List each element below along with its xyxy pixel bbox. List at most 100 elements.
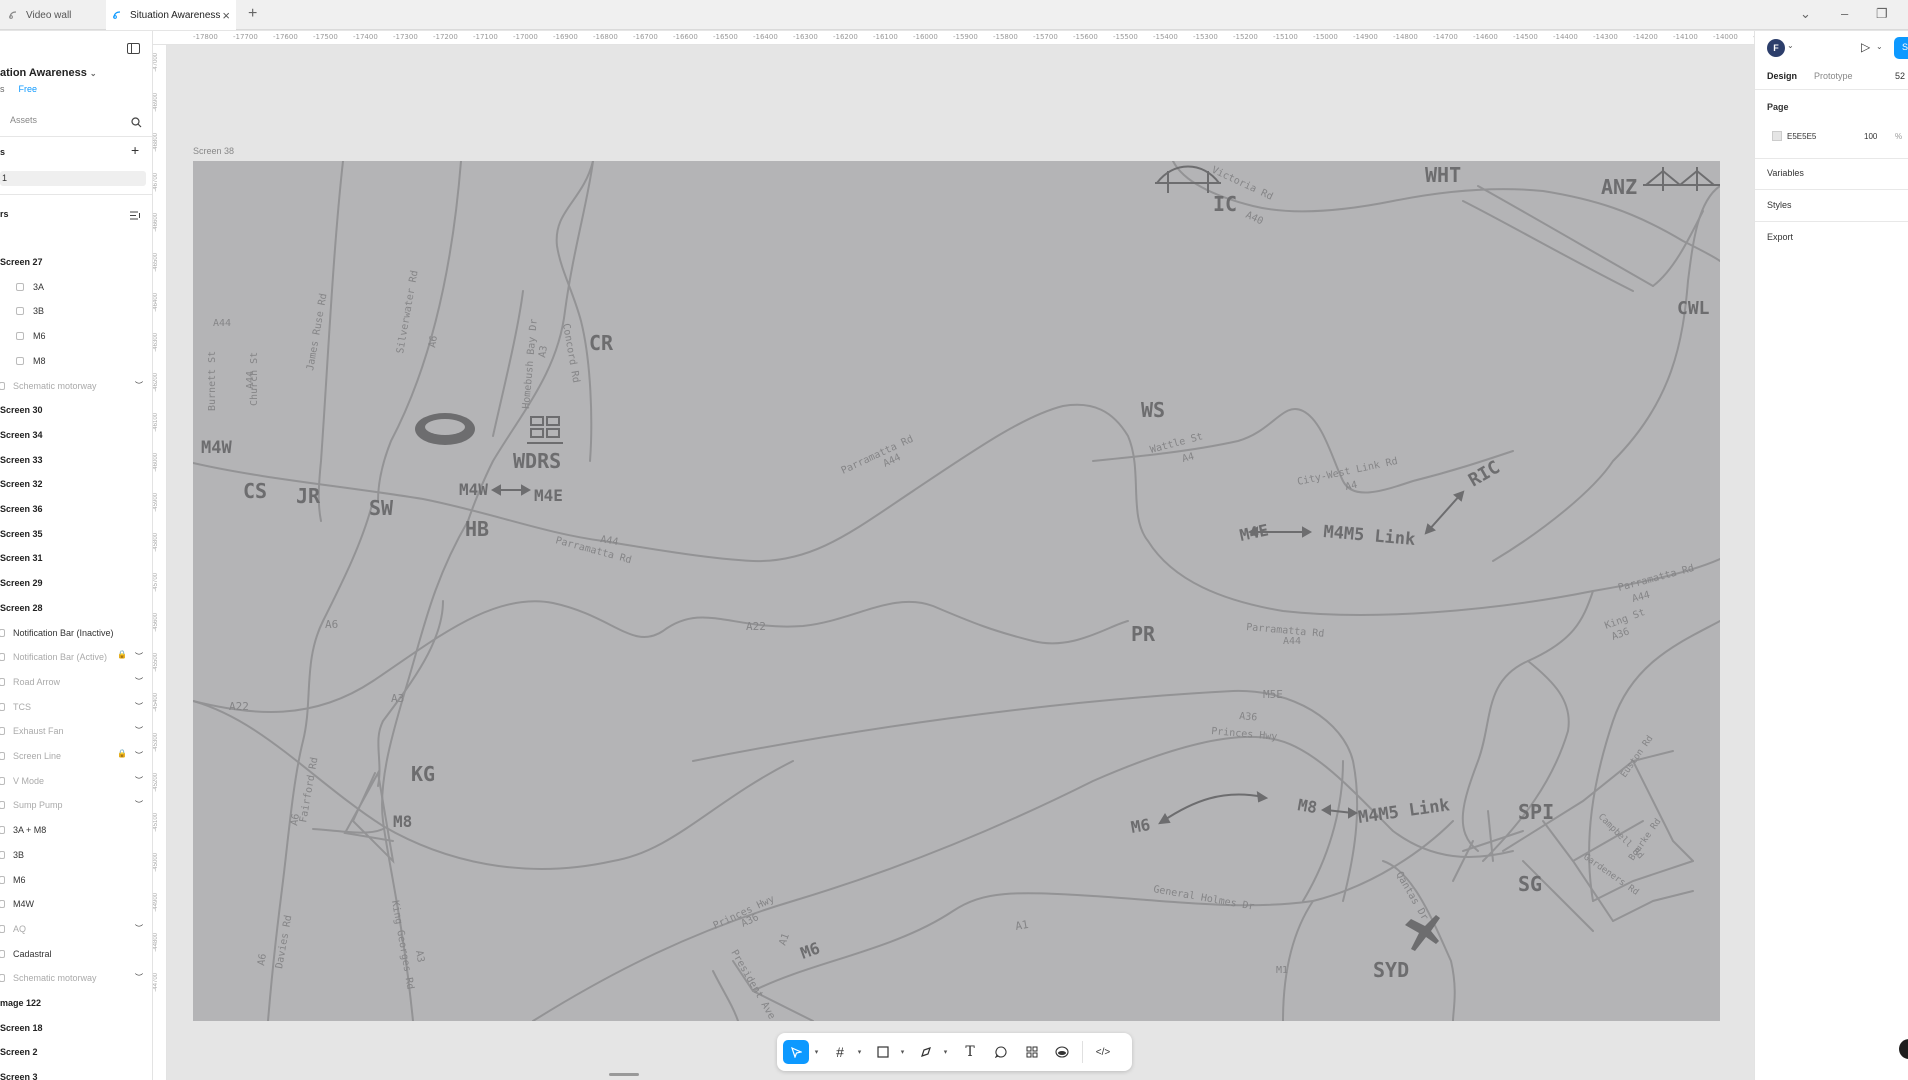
layer-label: Sump Pump: [13, 800, 63, 811]
layer-item[interactable]: Screen 31: [0, 548, 152, 568]
variables-section[interactable]: Variables: [1767, 168, 1804, 178]
layer-item[interactable]: Screen 28: [0, 598, 152, 618]
file-name[interactable]: ation Awareness ⌄: [0, 67, 97, 79]
layer-item[interactable]: Screen 29: [0, 573, 152, 593]
tab-situation-awareness[interactable]: Situation Awareness ×: [106, 0, 236, 30]
schematic-map-frame[interactable]: M4W CS JR SW HB CR WDRS KG M8 IC WHT ANZ CWL WS PR RIC S…: [193, 161, 1720, 1021]
road-label: A3: [537, 345, 550, 359]
layer-item[interactable]: mage 122: [0, 993, 152, 1013]
hidden-eye-icon[interactable]: ︶: [135, 380, 143, 391]
hidden-eye-icon[interactable]: ︶: [135, 775, 143, 786]
layer-item[interactable]: Screen 30: [0, 400, 152, 420]
color-swatch[interactable]: [1772, 131, 1782, 141]
layer-label: Screen 34: [0, 429, 43, 440]
move-tool-caret[interactable]: ▾: [810, 1040, 820, 1064]
layer-item[interactable]: Screen Line ︶ 🔒: [0, 746, 152, 766]
text-tool-button[interactable]: T: [957, 1040, 983, 1064]
layer-item[interactable]: M6: [0, 326, 152, 346]
layer-item[interactable]: 3B: [0, 301, 152, 321]
comment-tool-button[interactable]: [988, 1040, 1014, 1064]
layer-item[interactable]: 3A: [0, 277, 152, 297]
ruler-tick-label: -45100: [153, 813, 159, 832]
page-color-field[interactable]: E5E5E5 100 %: [1767, 127, 1902, 145]
layer-item[interactable]: Screen 36: [0, 499, 152, 519]
rectangle-tool-button[interactable]: [870, 1040, 896, 1064]
page-opacity[interactable]: 100: [1864, 132, 1877, 141]
layer-item[interactable]: Screen 32: [0, 474, 152, 494]
dev-mode-toggle[interactable]: </>: [1089, 1040, 1117, 1064]
layer-item[interactable]: Screen 35: [0, 524, 152, 544]
sidebar-toggle-icon[interactable]: [127, 41, 140, 59]
layer-item[interactable]: Cadastral: [0, 944, 152, 964]
frame-label[interactable]: Screen 38: [193, 146, 234, 156]
hidden-eye-icon[interactable]: ︶: [135, 799, 143, 810]
layer-item[interactable]: Notification Bar (Inactive): [0, 623, 152, 643]
ruler-tick-label: -44900: [153, 893, 159, 912]
hidden-eye-icon[interactable]: ︶: [135, 676, 143, 687]
page-color-hex[interactable]: E5E5E5: [1787, 132, 1816, 141]
hidden-eye-icon[interactable]: ︶: [135, 725, 143, 736]
page-item[interactable]: 1: [0, 171, 146, 186]
layer-item[interactable]: Schematic motorway ︶: [0, 968, 152, 988]
layer-item[interactable]: Screen 34: [0, 425, 152, 445]
layer-item[interactable]: TCS ︶: [0, 697, 152, 717]
assets-search[interactable]: Assets: [10, 115, 37, 125]
hidden-eye-icon[interactable]: ︶: [135, 750, 143, 761]
layer-item[interactable]: M8: [0, 351, 152, 371]
move-tool-button[interactable]: [783, 1040, 809, 1064]
tab-design[interactable]: Design: [1767, 71, 1797, 81]
layer-label: Screen 2: [0, 1047, 38, 1058]
frame-tool-caret[interactable]: ▾: [853, 1040, 863, 1064]
layer-item[interactable]: M4W: [0, 894, 152, 914]
plan-badge[interactable]: Free: [19, 84, 38, 94]
layer-item[interactable]: Screen 3: [0, 1067, 152, 1080]
layer-item[interactable]: Road Arrow ︶: [0, 672, 152, 692]
layer-list-icon[interactable]: [130, 207, 141, 225]
ruler-tick-label: -15500: [1113, 33, 1138, 41]
avatar[interactable]: F: [1767, 39, 1785, 57]
layer-item[interactable]: 3B: [0, 845, 152, 865]
restore-icon[interactable]: ❐: [1876, 6, 1888, 22]
styles-section[interactable]: Styles: [1767, 200, 1792, 210]
layer-item[interactable]: AQ ︶: [0, 919, 152, 939]
pen-tool-caret[interactable]: ▾: [939, 1040, 949, 1064]
present-play-icon[interactable]: ▷: [1861, 40, 1870, 54]
layer-item[interactable]: Screen 18: [0, 1018, 152, 1038]
close-icon[interactable]: ×: [222, 8, 230, 23]
layer-item[interactable]: Notification Bar (Active) ︶ 🔒: [0, 647, 152, 667]
new-tab-plus-icon[interactable]: +: [248, 5, 257, 23]
layer-item[interactable]: 3A + M8: [0, 820, 152, 840]
minimize-icon[interactable]: –: [1841, 6, 1848, 21]
share-button[interactable]: S: [1894, 37, 1908, 59]
add-page-plus-icon[interactable]: +: [131, 142, 139, 158]
export-section[interactable]: Export: [1767, 232, 1793, 242]
tab-video-wall[interactable]: Video wall: [6, 0, 102, 30]
layer-item[interactable]: Sump Pump ︶: [0, 795, 152, 815]
actions-tool-button[interactable]: [1019, 1040, 1045, 1064]
zoom-level[interactable]: 52: [1895, 71, 1905, 81]
frame-tool-button[interactable]: #: [827, 1040, 853, 1064]
layer-item[interactable]: Screen 33: [0, 450, 152, 470]
help-button[interactable]: [1899, 1039, 1908, 1059]
layer-item[interactable]: M6: [0, 870, 152, 890]
tab-prototype[interactable]: Prototype: [1814, 71, 1853, 81]
layer-item[interactable]: Exhaust Fan ︶: [0, 721, 152, 741]
lock-icon[interactable]: 🔒: [117, 650, 127, 659]
search-icon[interactable]: [131, 115, 142, 133]
chevron-down-icon[interactable]: ⌄: [1787, 41, 1794, 50]
rectangle-tool-caret[interactable]: ▾: [896, 1040, 906, 1064]
lock-icon[interactable]: 🔒: [117, 749, 127, 758]
layer-item[interactable]: Screen 2: [0, 1042, 152, 1062]
chevron-down-icon[interactable]: ⌄: [1800, 6, 1811, 22]
layer-item[interactable]: Screen 27: [0, 252, 152, 272]
layer-item[interactable]: V Mode ︶: [0, 771, 152, 791]
hidden-eye-icon[interactable]: ︶: [135, 923, 143, 934]
scroll-indicator[interactable]: [609, 1073, 639, 1076]
layer-item[interactable]: Schematic motorway ︶: [0, 376, 152, 396]
hidden-eye-icon[interactable]: ︶: [135, 972, 143, 983]
pen-tool-button[interactable]: [913, 1040, 939, 1064]
hidden-eye-icon[interactable]: ︶: [135, 701, 143, 712]
hidden-eye-icon[interactable]: ︶: [135, 651, 143, 662]
chevron-down-icon[interactable]: ⌄: [1876, 42, 1883, 51]
plugin-tool-button[interactable]: [1049, 1040, 1075, 1064]
